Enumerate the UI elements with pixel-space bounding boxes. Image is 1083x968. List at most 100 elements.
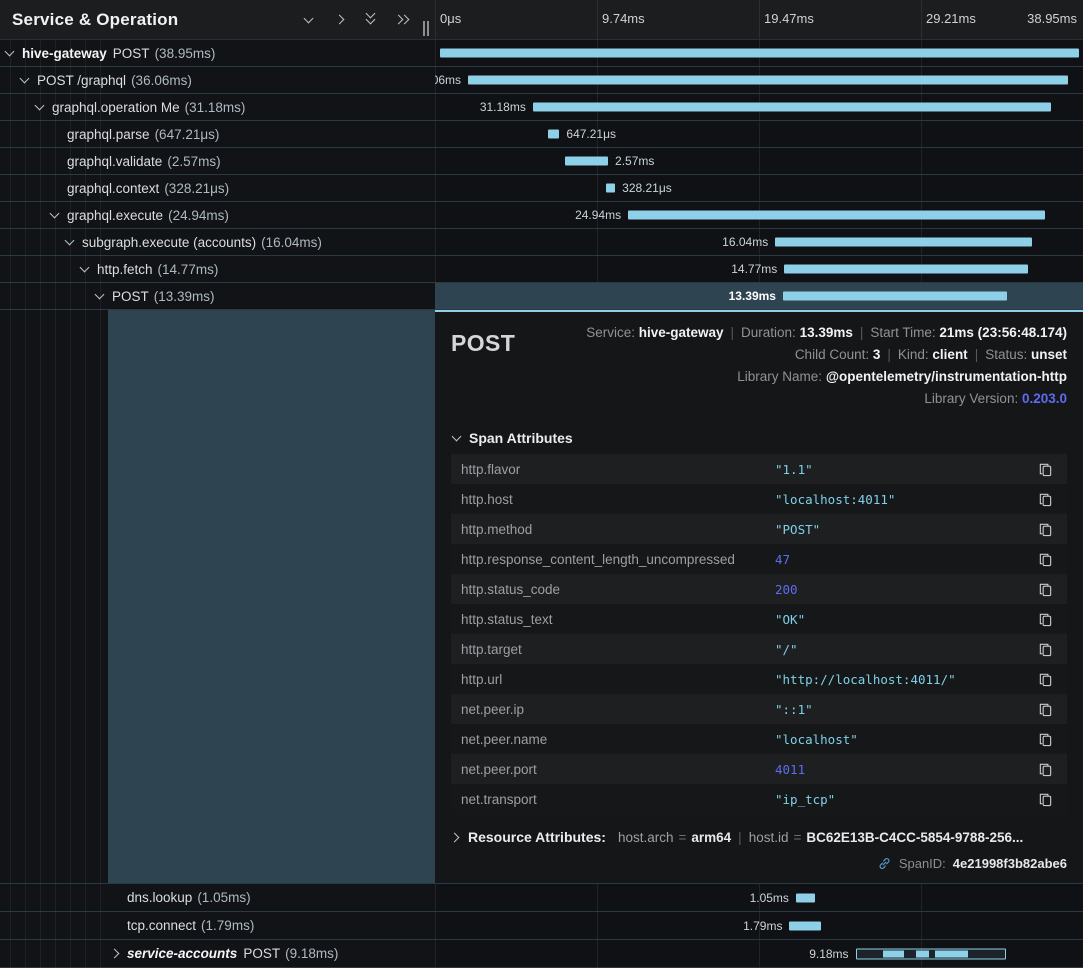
link-icon[interactable] [877,856,892,871]
span-meta-line: Child Count: 3|Kind: client|Status: unse… [586,344,1067,366]
expand-all-button[interactable] [389,7,413,33]
span-duration-bar[interactable] [628,211,1045,220]
span-duration: (31.18ms) [185,100,246,115]
span-attributes-toggle[interactable]: Span Attributes [453,430,1067,446]
copy-value-button[interactable] [1033,552,1057,567]
operation-name: graphql.parse [67,127,150,142]
meta-separator: | [853,325,871,340]
operation-name: http.fetch [97,262,153,277]
span-duration-bar[interactable] [784,265,1028,274]
span-duration-bar[interactable] [856,948,1006,959]
panel-resize-handle[interactable] [423,21,429,36]
span-duration-bar[interactable] [533,103,1051,112]
copy-value-button[interactable] [1033,462,1057,477]
span-row[interactable]: tcp.connect(1.79ms)1.79ms [0,912,1083,940]
span-duration-bar[interactable] [783,292,1007,301]
span-row[interactable]: graphql.execute(24.94ms)24.94ms [0,202,1083,229]
panel-title: Service & Operation [12,10,289,30]
copy-value-button[interactable] [1033,492,1057,507]
span-duration-bar[interactable] [775,238,1032,247]
clipboard-icon [1038,702,1053,717]
clipboard-icon [1038,552,1053,567]
span-row[interactable]: POST(13.39ms) 13.39ms [0,283,1083,310]
span-row[interactable]: http.fetch(14.77ms)14.77ms [0,256,1083,283]
chevron-down-icon[interactable] [35,101,45,111]
span-bar-cell: 1.05ms [435,884,1083,911]
copy-value-button[interactable] [1033,522,1057,537]
chevron-down-icon[interactable] [20,74,30,84]
span-bar-cell: 24.94ms [435,202,1083,228]
meta-separator: | [968,347,986,362]
meta-separator: | [880,347,898,362]
span-duration-bar[interactable] [789,921,821,930]
span-label-cell: tcp.connect(1.79ms) [0,912,435,939]
span-bar-cell: 647.21μs [435,121,1083,147]
expand-one-button[interactable] [327,7,351,33]
span-label-cell: POST(13.39ms) [0,283,435,309]
copy-value-button[interactable] [1033,762,1057,777]
attribute-key: net.peer.port [461,762,775,777]
span-bar-cell: 36.06ms [435,67,1083,93]
clipboard-icon [1038,792,1053,807]
resource-attributes-toggle[interactable]: Resource Attributes: host.arch=arm64|hos… [451,829,1067,845]
chevron-right-icon[interactable] [110,949,120,959]
timeline-tick: 38.95ms [1027,11,1077,26]
span-bar-cell: 31.18ms [435,94,1083,120]
attribute-row: net.peer.port4011 [451,754,1067,784]
span-meta: Service: hive-gateway|Duration: 13.39ms|… [586,322,1067,410]
collapse-one-button[interactable] [296,7,320,33]
span-bar-cell: 1.79ms [435,912,1083,939]
span-duration: (38.95ms) [155,46,216,61]
attribute-value: "OK" [775,612,1033,627]
span-duration: (16.04ms) [261,235,322,250]
span-row[interactable]: service-accountsPOST(9.18ms)9.18ms [0,940,1083,968]
span-duration-bar[interactable] [606,184,615,193]
copy-value-button[interactable] [1033,702,1057,717]
copy-value-button[interactable] [1033,672,1057,687]
collapse-all-button[interactable] [358,7,382,33]
bar-duration-label: 13.39ms [729,289,776,303]
span-duration: (328.21μs) [164,181,229,196]
chevron-down-icon[interactable] [5,47,15,57]
chevron-down-icon[interactable] [80,263,90,273]
span-row[interactable]: graphql.validate(2.57ms)2.57ms [0,148,1083,175]
span-row[interactable]: subgraph.execute (accounts)(16.04ms)16.0… [0,229,1083,256]
meta-label: Status: [985,347,1031,362]
span-row[interactable]: POST /graphql(36.06ms)36.06ms [0,67,1083,94]
span-row[interactable]: graphql.parse(647.21μs)647.21μs [0,121,1083,148]
attribute-value: "localhost" [775,732,1033,747]
resource-attributes-label: Resource Attributes: [468,829,606,845]
span-duration-bar[interactable] [440,49,1079,58]
span-duration-bar[interactable] [468,76,1068,85]
span-row[interactable]: hive-gatewayPOST(38.95ms) [0,40,1083,67]
service-operation-header: Service & Operation [0,0,435,39]
span-row[interactable]: graphql.context(328.21μs)328.21μs [0,175,1083,202]
copy-value-button[interactable] [1033,732,1057,747]
span-row[interactable]: graphql.operation Me(31.18ms) 31.18ms [0,94,1083,121]
clipboard-icon [1038,522,1053,537]
span-duration-bar[interactable] [565,157,608,166]
chevron-down-icon[interactable] [95,290,105,300]
bar-duration-label: 31.18ms [480,100,526,114]
double-chevron-down-icon [364,12,377,27]
chevron-down-icon [303,13,313,23]
meta-label: Library Version: [924,391,1022,406]
chevron-down-icon[interactable] [65,236,75,246]
copy-value-button[interactable] [1033,792,1057,807]
timeline-ruler: 0μs9.74ms19.47ms29.21ms38.95ms [435,0,1083,39]
chevron-down-icon[interactable] [50,209,60,219]
attribute-key: http.status_code [461,582,775,597]
bar-duration-label: 2.57ms [615,154,654,168]
copy-value-button[interactable] [1033,612,1057,627]
equals-sign: = [673,830,691,845]
span-duration-bar[interactable] [796,893,815,902]
service-name: service-accounts [127,946,237,961]
copy-value-button[interactable] [1033,642,1057,657]
operation-name: POST [113,46,150,61]
span-row[interactable]: dns.lookup(1.05ms)1.05ms [0,884,1083,912]
span-duration-bar[interactable] [548,130,560,139]
meta-value: 21ms (23:56:48.174) [939,325,1067,340]
span-tree-top: hive-gatewayPOST(38.95ms)POST /graphql(3… [0,40,1083,310]
span-label-cell: graphql.operation Me(31.18ms) [0,94,435,120]
copy-value-button[interactable] [1033,582,1057,597]
